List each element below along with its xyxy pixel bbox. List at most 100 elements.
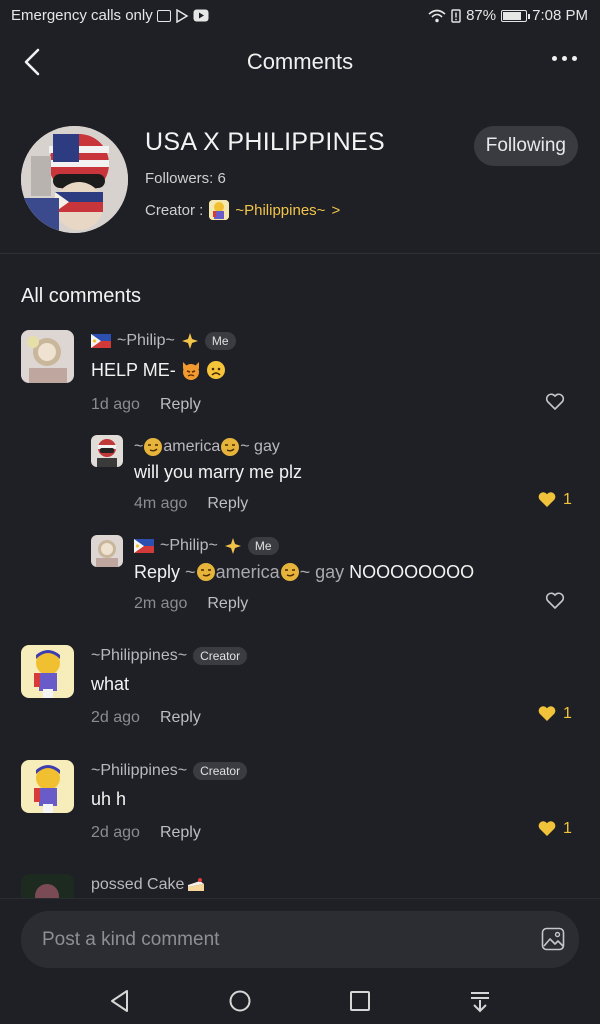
status-text: Emergency calls only: [11, 7, 153, 24]
comment-author[interactable]: ~Philip~: [160, 537, 218, 555]
system-nav-bar: [0, 978, 600, 1024]
smirk-face-icon: [280, 563, 299, 581]
smirk-face-icon: [221, 438, 240, 456]
comment-header: ~Philip~ Me: [134, 537, 279, 555]
comment-header: ~Philippines~ Creator: [91, 647, 248, 665]
heart-icon[interactable]: [545, 592, 565, 610]
following-button[interactable]: Following: [473, 126, 578, 166]
like-button[interactable]: 1: [537, 491, 572, 509]
comment-meta: 1d ago Reply: [91, 396, 201, 414]
battery-icon: [501, 9, 531, 22]
comment-meta: 2m ago Reply: [134, 595, 248, 613]
comment-header: ~Philip~ Me: [91, 332, 236, 350]
cat-face-icon: [182, 362, 199, 380]
status-time: 7:08 PM: [532, 7, 588, 24]
comment-header: ~ america ~ gay: [134, 437, 280, 457]
youtube-icon: [193, 9, 209, 22]
philippines-flag-icon: [134, 539, 154, 553]
comment-text: what: [91, 674, 130, 694]
more-options-icon[interactable]: [552, 52, 582, 64]
nav-notifications-icon[interactable]: [467, 988, 493, 1014]
comment-author-prefix: ~: [134, 438, 144, 455]
nav-back-icon[interactable]: [107, 988, 133, 1014]
comment-time: 2m ago: [134, 595, 188, 612]
comment-avatar[interactable]: [21, 760, 74, 813]
comment-avatar[interactable]: [91, 535, 123, 567]
philippines-flag-icon: [91, 334, 111, 348]
comment-avatar[interactable]: [21, 645, 74, 698]
comment-author-suffix: ~ gay: [240, 438, 280, 455]
like-button[interactable]: 1: [537, 705, 572, 723]
comment-author[interactable]: ~Philippines~: [91, 762, 187, 780]
comment-item: ~Philippines~ Creator uh h 2d ago Reply …: [0, 760, 600, 860]
story-title: USA X PHILIPPINES: [145, 128, 385, 156]
creator-avatar: [209, 200, 230, 220]
heart-icon[interactable]: [545, 393, 565, 411]
comment-author[interactable]: america: [163, 438, 220, 456]
reply-button[interactable]: Reply: [207, 495, 248, 513]
comment-text: Reply ~ america ~ gay NOOOOOOOO: [134, 562, 474, 583]
comment-avatar[interactable]: [21, 874, 74, 898]
chevron-right-icon: >: [331, 201, 341, 219]
creator-name-link[interactable]: ~Philippines~: [235, 202, 325, 219]
comment-meta: 4m ago Reply: [134, 495, 248, 513]
reply-button[interactable]: Reply: [207, 595, 248, 613]
followers-count: Followers: 6: [145, 170, 226, 187]
status-bar: Emergency calls only 87% 7:08 PM: [0, 0, 600, 34]
header: Comments: [0, 36, 600, 88]
comment-text-content: NOOOOOOOO: [349, 562, 475, 582]
divider: [0, 253, 600, 254]
comment-item: ~Philip~ Me HELP ME- 1d ago Reply: [0, 330, 600, 430]
comment-meta: 2d ago Reply: [91, 709, 201, 727]
page-title: Comments: [246, 49, 354, 74]
creator-label: Creator :: [145, 201, 204, 219]
battery-alert-icon: [451, 8, 461, 23]
quoted-author[interactable]: ~ america ~ gay: [185, 562, 344, 582]
comment-author[interactable]: ~Philippines~: [91, 647, 187, 665]
wifi-icon: [428, 9, 446, 22]
like-count: 1: [563, 820, 572, 837]
comment-item: possed Cake: [0, 874, 600, 898]
comment-time: 2d ago: [91, 824, 140, 841]
me-badge: Me: [247, 537, 279, 555]
creator-badge: Creator: [193, 647, 248, 665]
nav-home-icon[interactable]: [227, 988, 253, 1014]
creator-row[interactable]: Creator : ~Philippines~ >: [145, 200, 340, 220]
quoted-author-name: america: [215, 562, 280, 582]
comment-author[interactable]: possed Cake: [91, 876, 184, 894]
comment-author[interactable]: ~Philip~: [117, 332, 175, 350]
notification-icon: [156, 9, 171, 22]
play-store-icon: [175, 8, 189, 23]
like-button[interactable]: 1: [537, 820, 572, 838]
comment-text: uh h: [91, 789, 127, 809]
worried-face-icon: [206, 361, 225, 379]
like-count: 1: [563, 491, 572, 508]
like-count: 1: [563, 705, 572, 722]
story-avatar[interactable]: [21, 126, 128, 233]
quoted-author-suffix: ~ gay: [299, 562, 345, 582]
comment-item: ~Philippines~ Creator what 2d ago Reply …: [0, 645, 600, 745]
quoted-author-prefix: ~: [185, 562, 196, 582]
sparkles-icon: [181, 333, 198, 349]
story-profile: USA X PHILIPPINES Followers: 6 Creator :…: [0, 124, 600, 252]
heart-filled-icon: [538, 706, 556, 721]
reply-button[interactable]: Reply: [160, 824, 201, 842]
comment-meta: 2d ago Reply: [91, 824, 201, 842]
comment-avatar[interactable]: [91, 435, 123, 467]
battery-percent: 87%: [466, 7, 497, 24]
nav-recents-icon[interactable]: [347, 988, 373, 1014]
sparkles-icon: [224, 538, 241, 554]
reply-button[interactable]: Reply: [160, 709, 201, 727]
comment-text: HELP ME-: [91, 360, 226, 381]
comment-header: possed Cake: [91, 875, 206, 895]
comment-time: 2d ago: [91, 709, 140, 726]
comment-header: ~Philippines~ Creator: [91, 762, 248, 780]
comment-text: will you marry me plz: [134, 462, 303, 482]
image-attach-icon[interactable]: [541, 927, 565, 951]
reply-button[interactable]: Reply: [160, 396, 201, 414]
comment-avatar[interactable]: [21, 330, 74, 383]
me-badge: Me: [204, 332, 236, 350]
comment-input[interactable]: Post a kind comment: [21, 911, 579, 968]
comment-input-bar: Post a kind comment: [0, 898, 600, 979]
comment-reply-item: ~ america ~ gay will you marry me plz 4m…: [0, 435, 600, 525]
